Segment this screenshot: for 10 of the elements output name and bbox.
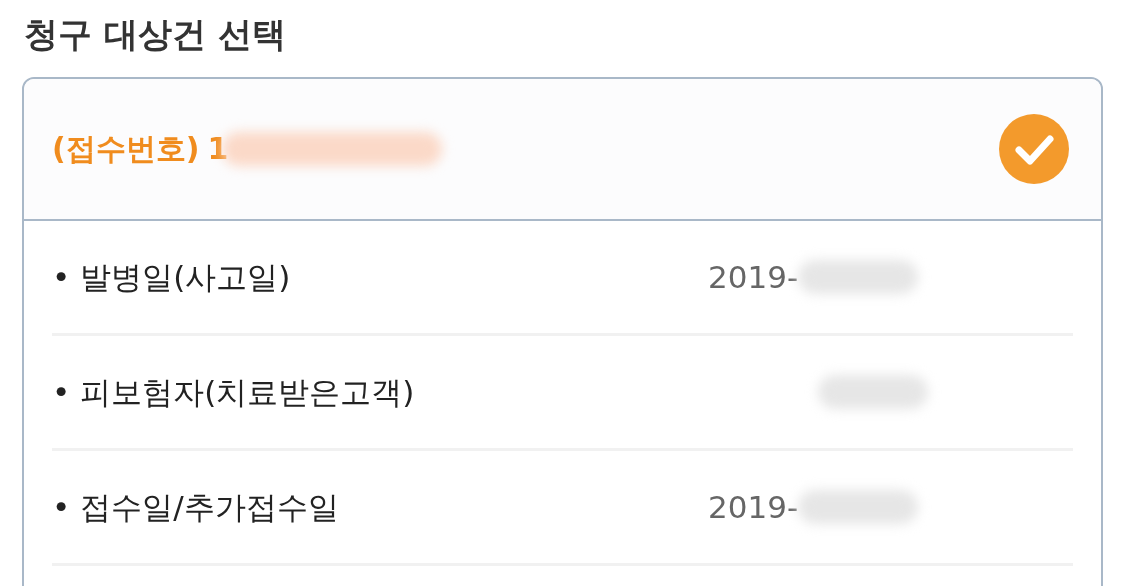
check-icon[interactable]	[999, 113, 1069, 184]
receipt-label: (접수번호)	[52, 130, 200, 169]
section-title: 청구 대상건 선택	[24, 14, 287, 55]
field-label: • 발병일(사고일)	[52, 257, 292, 297]
claim-card[interactable]: (접수번호) 1 • 발병일(사고일) 2019- • 피보험자(치료받은고객) • 접수일/추가접수일 2019-	[22, 76, 1103, 586]
field-label: • 피보험자(치료받은고객)	[52, 372, 416, 412]
field-value: 2019-	[708, 257, 799, 297]
field-value: 2019-	[708, 487, 799, 527]
field-label: • 접수일/추가접수일	[52, 487, 340, 527]
receipt-number: 1	[207, 130, 229, 169]
